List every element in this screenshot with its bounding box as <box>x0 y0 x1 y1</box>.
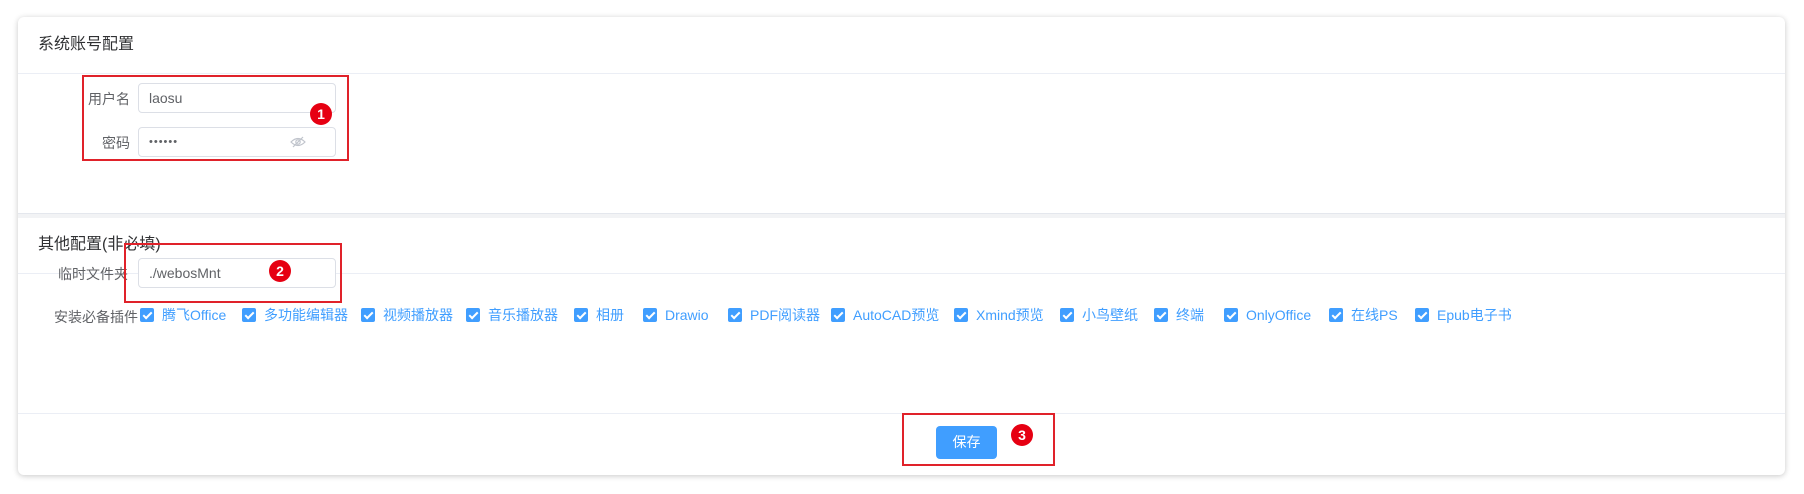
plugin-label: Xmind预览 <box>976 307 1044 323</box>
plugin-checkbox-pdf-reader[interactable]: PDF阅读器 <box>728 306 820 324</box>
checkbox-checked-icon[interactable] <box>466 308 480 322</box>
plugin-checkbox-tengfei-office[interactable]: 腾飞Office <box>140 306 226 324</box>
plugin-checkbox-bird-wallpaper[interactable]: 小鸟壁纸 <box>1060 306 1138 324</box>
annotation-marker-2: 2 <box>269 260 291 282</box>
annotation-box-3 <box>902 413 1055 466</box>
plugin-label: 在线PS <box>1351 307 1398 323</box>
plugin-checkbox-music-player[interactable]: 音乐播放器 <box>466 306 558 324</box>
plugin-label: 小鸟壁纸 <box>1082 307 1138 323</box>
checkbox-checked-icon[interactable] <box>1415 308 1429 322</box>
plugin-label: 相册 <box>596 307 624 323</box>
plugin-label: 视频播放器 <box>383 307 453 323</box>
checkbox-checked-icon[interactable] <box>643 308 657 322</box>
plugin-label: 音乐播放器 <box>488 307 558 323</box>
plugin-label: AutoCAD预览 <box>853 307 940 323</box>
plugin-checkbox-epub-reader[interactable]: Epub电子书 <box>1415 306 1512 324</box>
plugin-checkbox-video-player[interactable]: 视频播放器 <box>361 306 453 324</box>
checkbox-checked-icon[interactable] <box>1224 308 1238 322</box>
config-card: 系统账号配置 用户名 密码 1 其他配置(非必填) 临时文件夹 2 安装必备插件… <box>18 17 1785 475</box>
plugin-label: 终端 <box>1176 307 1204 323</box>
checkbox-checked-icon[interactable] <box>954 308 968 322</box>
checkbox-checked-icon[interactable] <box>1060 308 1074 322</box>
checkbox-checked-icon[interactable] <box>242 308 256 322</box>
plugin-label: Epub电子书 <box>1437 307 1512 323</box>
plugins-label: 安装必备插件 <box>54 309 138 325</box>
plugin-checkbox-album[interactable]: 相册 <box>574 306 624 324</box>
checkbox-checked-icon[interactable] <box>140 308 154 322</box>
checkbox-checked-icon[interactable] <box>1329 308 1343 322</box>
plugin-checkbox-onlyoffice[interactable]: OnlyOffice <box>1224 306 1311 324</box>
checkbox-checked-icon[interactable] <box>1154 308 1168 322</box>
plugin-checkbox-multi-editor[interactable]: 多功能编辑器 <box>242 306 348 324</box>
plugin-label: Drawio <box>665 307 709 323</box>
plugin-label: PDF阅读器 <box>750 307 820 323</box>
plugin-label: OnlyOffice <box>1246 307 1312 323</box>
annotation-box-2 <box>124 243 342 303</box>
plugin-checkbox-xmind[interactable]: Xmind预览 <box>954 306 1044 324</box>
temp-folder-label: 临时文件夹 <box>58 266 128 282</box>
checkbox-checked-icon[interactable] <box>361 308 375 322</box>
plugin-label: 多功能编辑器 <box>264 307 348 323</box>
plugin-checkbox-online-ps[interactable]: 在线PS <box>1329 306 1398 324</box>
plugin-checkbox-drawio[interactable]: Drawio <box>643 306 709 324</box>
plugin-checkbox-terminal[interactable]: 终端 <box>1154 306 1204 324</box>
annotation-marker-3: 3 <box>1011 424 1033 446</box>
plugin-label: 腾飞Office <box>162 307 227 323</box>
annotation-box-1 <box>82 75 349 161</box>
section-title-system: 系统账号配置 <box>18 17 1785 74</box>
checkbox-checked-icon[interactable] <box>574 308 588 322</box>
annotation-marker-1: 1 <box>310 103 332 125</box>
plugin-checkbox-autocad[interactable]: AutoCAD预览 <box>831 306 939 324</box>
checkbox-checked-icon[interactable] <box>831 308 845 322</box>
checkbox-checked-icon[interactable] <box>728 308 742 322</box>
